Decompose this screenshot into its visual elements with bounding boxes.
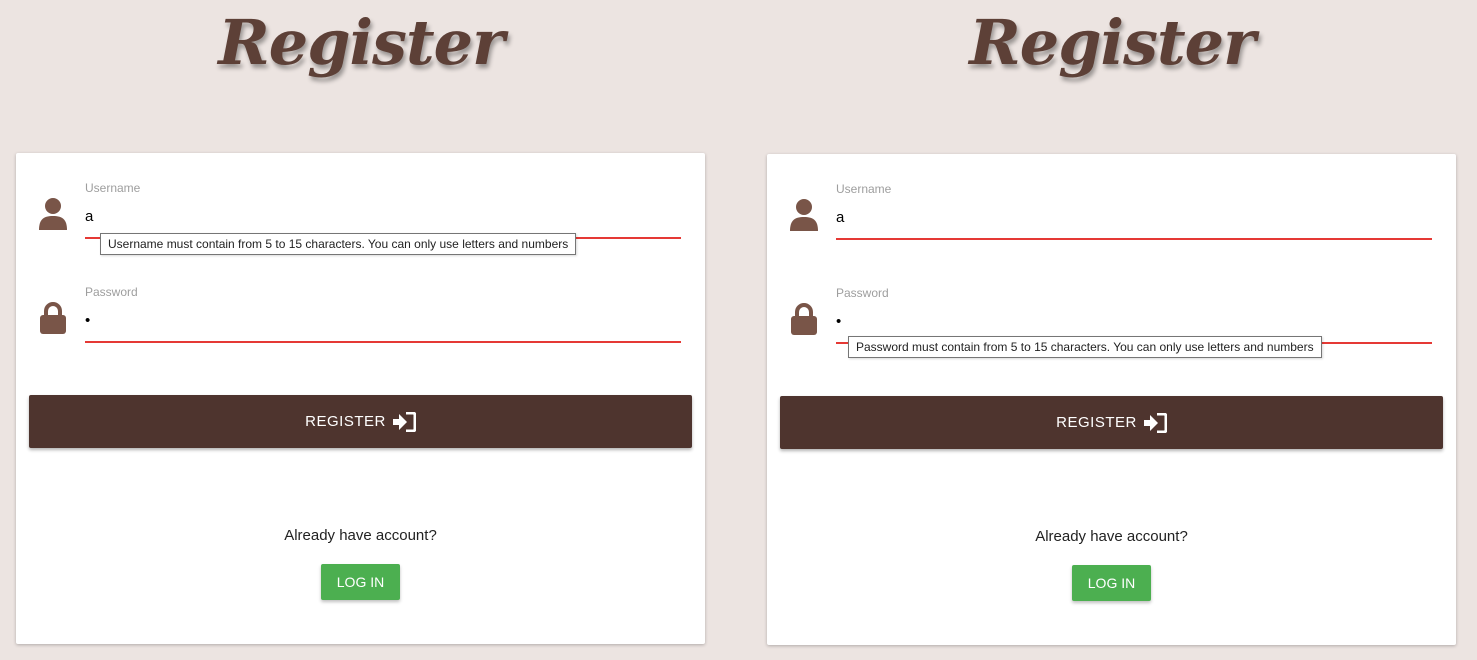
username-label: Username <box>85 181 141 195</box>
validation-tooltip: Password must contain from 5 to 15 chara… <box>848 336 1322 358</box>
register-panel-right: Register Username Password Password must… <box>767 0 1457 660</box>
register-button[interactable]: REGISTER <box>780 396 1443 449</box>
register-button-label: REGISTER <box>305 413 386 430</box>
user-icon <box>790 199 818 231</box>
username-input[interactable] <box>85 205 681 227</box>
username-label: Username <box>836 182 892 196</box>
register-card: Username Password Username must contain … <box>16 153 705 644</box>
register-button[interactable]: REGISTER <box>29 395 692 448</box>
sign-in-icon <box>1143 412 1167 433</box>
password-input[interactable] <box>836 310 1432 332</box>
username-underline <box>836 238 1432 240</box>
register-card: Username Password Password must contain … <box>767 154 1456 645</box>
password-underline <box>85 341 681 343</box>
password-label: Password <box>836 286 889 300</box>
validation-tooltip: Username must contain from 5 to 15 chara… <box>100 233 577 255</box>
page-title: Register <box>218 6 505 79</box>
page-title: Register <box>969 6 1256 79</box>
password-input[interactable] <box>85 309 681 331</box>
login-button[interactable]: LOG IN <box>321 564 400 600</box>
already-have-account-text: Already have account? <box>1035 528 1188 545</box>
password-label: Password <box>85 285 138 299</box>
username-input[interactable] <box>836 206 1432 228</box>
password-field: Password <box>16 281 705 351</box>
login-button[interactable]: LOG IN <box>1072 565 1151 601</box>
already-have-account-text: Already have account? <box>284 527 437 544</box>
user-icon <box>39 198 67 230</box>
username-field: Username <box>767 178 1456 248</box>
lock-icon <box>40 302 66 334</box>
register-button-label: REGISTER <box>1056 414 1137 431</box>
sign-in-icon <box>392 411 416 432</box>
register-panel-left: Register Username Password Username must… <box>16 0 706 660</box>
lock-icon <box>791 303 817 335</box>
